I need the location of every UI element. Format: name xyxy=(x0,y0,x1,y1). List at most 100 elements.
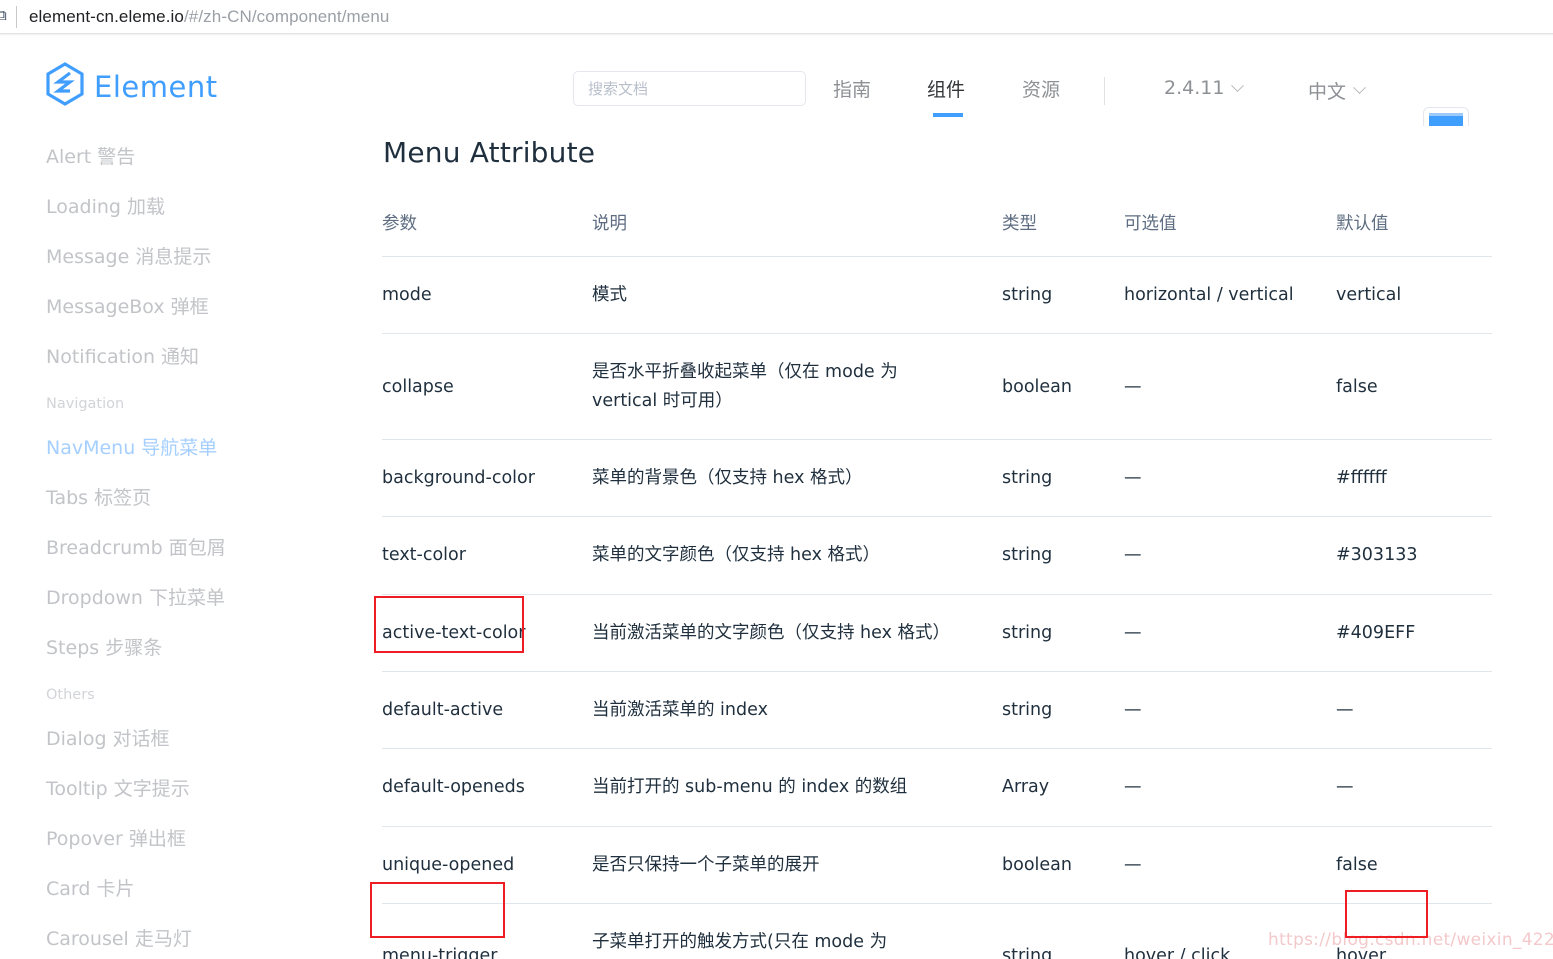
sidebar-item-breadcrumb[interactable]: Breadcrumb 面包屑 xyxy=(46,533,226,560)
page-title: Menu Attribute xyxy=(383,136,596,169)
cell-options: — xyxy=(1124,439,1336,518)
site-header: Element 指南 组件 资源 2.4.11 中文 xyxy=(0,37,1553,153)
search-input[interactable] xyxy=(573,71,806,106)
cell-type: string xyxy=(1002,594,1124,673)
col-header-param: 参数 xyxy=(382,193,592,257)
nav-active-underline xyxy=(933,113,963,117)
cell-param: text-color xyxy=(382,516,592,595)
cell-desc: 是否水平折叠收起菜单（仅在 mode 为 vertical 时可用） xyxy=(592,333,1002,441)
sidebar-item-popover[interactable]: Popover 弹出框 xyxy=(46,824,186,851)
chevron-down-icon xyxy=(1231,78,1245,92)
url-path: /#/zh-CN/component/menu xyxy=(183,6,390,26)
cell-param: menu-trigger xyxy=(382,903,592,959)
language-label: 中文 xyxy=(1308,81,1347,103)
watermark-text: https://blog.csdn.net/weixin_42233629 xyxy=(1268,930,1553,950)
url-text[interactable]: element-cn.eleme.io/#/zh-CN/component/me… xyxy=(29,7,389,27)
tab-favicon-icon: ⧉ xyxy=(0,8,7,24)
browser-url-bar: ⧉ element-cn.eleme.io/#/zh-CN/component/… xyxy=(0,0,1553,33)
cell-options: — xyxy=(1124,333,1336,441)
nav-link-guide[interactable]: 指南 xyxy=(833,75,871,102)
cell-default: — xyxy=(1336,671,1492,750)
cell-desc: 当前打开的 sub-menu 的 index 的数组 xyxy=(592,748,1002,827)
table-row: text-color 菜单的文字颜色（仅支持 hex 格式） string — #303… xyxy=(382,516,1492,595)
url-domain: element-cn.eleme.io xyxy=(29,6,184,26)
cell-options: — xyxy=(1124,826,1336,905)
cell-options: — xyxy=(1124,594,1336,673)
cell-default: vertical xyxy=(1336,256,1492,335)
cell-type: boolean xyxy=(1002,333,1124,441)
cell-param: mode xyxy=(382,256,592,335)
cell-options: — xyxy=(1124,516,1336,595)
cell-param: background-color xyxy=(382,439,592,518)
sidebar-item-message[interactable]: Message 消息提示 xyxy=(46,242,211,269)
col-header-default: 默认值 xyxy=(1336,193,1492,257)
nav-link-resources[interactable]: 资源 xyxy=(1022,75,1060,102)
cell-type: boolean xyxy=(1002,826,1124,905)
cell-param: default-openeds xyxy=(382,748,592,827)
cell-type: string xyxy=(1002,439,1124,518)
url-divider xyxy=(16,5,17,28)
sidebar-item-dropdown[interactable]: Dropdown 下拉菜单 xyxy=(46,583,225,610)
sidebar-item-tooltip[interactable]: Tooltip 文字提示 xyxy=(46,774,190,801)
sidebar-item-card[interactable]: Card 卡片 xyxy=(46,874,135,901)
browser-bar-shadow xyxy=(0,33,1553,36)
cell-options: — xyxy=(1124,671,1336,750)
sidebar-nav: Alert 警告 Loading 加载 Message 消息提示 MessageBox… xyxy=(0,126,360,959)
nav-link-components[interactable]: 组件 xyxy=(927,75,965,102)
cell-default: #ffffff xyxy=(1336,439,1492,518)
cell-desc: 菜单的背景色（仅支持 hex 格式） xyxy=(592,439,1002,518)
table-row: background-color 菜单的背景色（仅支持 hex 格式） string… xyxy=(382,439,1492,518)
cell-desc: 菜单的文字颜色（仅支持 hex 格式） xyxy=(592,516,1002,595)
cell-desc: 当前激活菜单的文字颜色（仅支持 hex 格式） xyxy=(592,594,1002,673)
sidebar-item-loading[interactable]: Loading 加载 xyxy=(46,192,165,219)
cell-type: string xyxy=(1002,903,1124,959)
cell-param: active-text-color xyxy=(382,594,592,673)
element-logo-text: Element xyxy=(94,69,218,104)
table-header-row: 参数 说明 类型 可选值 默认值 xyxy=(382,193,1492,257)
cell-options: — xyxy=(1124,748,1336,827)
table-row: mode 模式 string horizontal / vertical vertica… xyxy=(382,256,1492,335)
sidebar-item-tabs[interactable]: Tabs 标签页 xyxy=(46,483,151,510)
cell-desc: 是否只保持一个子菜单的展开 xyxy=(592,826,1002,905)
cell-options: horizontal / vertical xyxy=(1124,256,1336,335)
sidebar-item-dialog[interactable]: Dialog 对话框 xyxy=(46,724,170,751)
element-logo-icon xyxy=(45,62,85,111)
cell-default: false xyxy=(1336,826,1492,905)
table-row: default-active 当前激活菜单的 index string — — xyxy=(382,671,1492,750)
sidebar-item-notification[interactable]: Notification 通知 xyxy=(46,342,199,369)
main-content: Menu Attribute 参数 说明 类型 可选值 默认值 mode 模式 st… xyxy=(360,126,1553,959)
col-header-type: 类型 xyxy=(1002,193,1124,257)
version-select[interactable]: 2.4.11 xyxy=(1164,77,1245,99)
cell-default: #303133 xyxy=(1336,516,1492,595)
cell-type: string xyxy=(1002,256,1124,335)
language-select[interactable]: 中文 xyxy=(1308,77,1366,104)
sidebar-item-carousel[interactable]: Carousel 走马灯 xyxy=(46,924,192,951)
chevron-down-icon xyxy=(1353,81,1366,95)
table-row: collapse 是否水平折叠收起菜单（仅在 mode 为 vertical 时可… xyxy=(382,333,1492,441)
cell-default: #409EFF xyxy=(1336,594,1492,673)
menu-attribute-table: 参数 说明 类型 可选值 默认值 mode 模式 string horizontal … xyxy=(382,193,1492,959)
cell-default: false xyxy=(1336,333,1492,441)
sidebar-item-navmenu[interactable]: NavMenu 导航菜单 xyxy=(46,433,217,460)
cell-type: Array xyxy=(1002,748,1124,827)
sidebar-item-steps[interactable]: Steps 步骤条 xyxy=(46,633,162,660)
header-divider xyxy=(1104,77,1105,105)
cell-param: unique-opened xyxy=(382,826,592,905)
table-row: unique-opened 是否只保持一个子菜单的展开 boolean — false xyxy=(382,826,1492,905)
col-header-desc: 说明 xyxy=(592,193,1002,257)
cell-param: collapse xyxy=(382,333,592,441)
cell-desc: 子菜单打开的触发方式(只在 mode 为 horizontal 时有效) xyxy=(592,903,1002,959)
cell-param: default-active xyxy=(382,671,592,750)
cell-desc: 当前激活菜单的 index xyxy=(592,671,1002,750)
col-header-options: 可选值 xyxy=(1124,193,1336,257)
element-logo[interactable]: Element xyxy=(45,62,218,111)
table-row: active-text-color 当前激活菜单的文字颜色（仅支持 hex 格式）… xyxy=(382,594,1492,673)
cell-type: string xyxy=(1002,671,1124,750)
table-row: default-openeds 当前打开的 sub-menu 的 index 的数… xyxy=(382,748,1492,827)
sidebar-group-navigation: Navigation xyxy=(46,396,125,412)
cell-desc: 模式 xyxy=(592,256,1002,335)
cell-default: — xyxy=(1336,748,1492,827)
sidebar-item-messagebox[interactable]: MessageBox 弹框 xyxy=(46,292,209,319)
sidebar-item-alert[interactable]: Alert 警告 xyxy=(46,142,135,169)
version-label: 2.4.11 xyxy=(1164,77,1225,99)
